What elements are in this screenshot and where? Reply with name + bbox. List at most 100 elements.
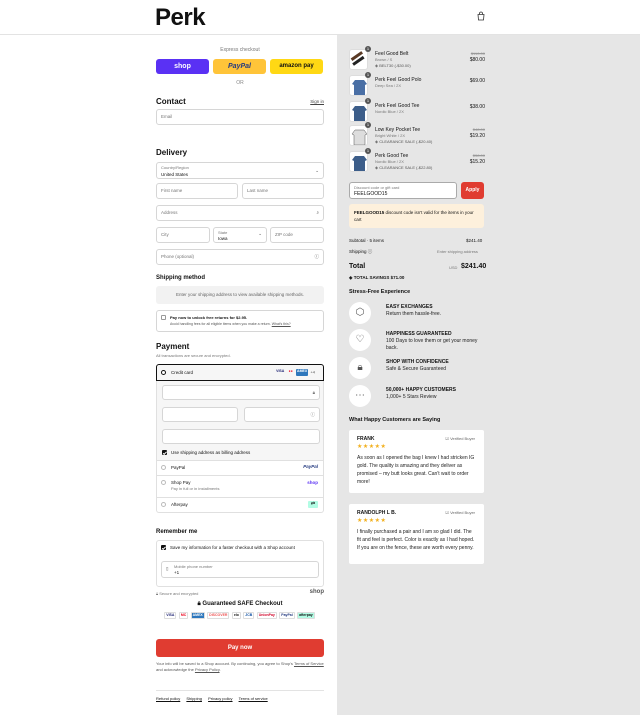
card-brands: VISA ●● AMEX +4 — [275, 369, 315, 376]
email-field[interactable]: Email — [156, 109, 324, 125]
help-icon[interactable]: ⓘ — [315, 250, 320, 264]
amex-icon: AMEX — [296, 369, 309, 376]
expiry-field[interactable] — [162, 407, 238, 422]
verified-label: Verified Buyer — [450, 436, 475, 441]
paypal-radio[interactable] — [161, 465, 166, 471]
whats-this-link[interactable]: What's this? — [272, 322, 291, 326]
terms-of-service-link[interactable]: Terms of service — [239, 696, 268, 701]
zip-field[interactable]: ZIP code — [270, 227, 324, 243]
review-stars: ★★★★★ — [357, 518, 387, 524]
mobile-phone-field[interactable]: ▯ Mobile phone number +1 — [161, 561, 319, 578]
save-info-checkbox[interactable] — [161, 545, 166, 551]
shopping-bag-icon[interactable] — [475, 11, 487, 23]
first-name-field[interactable]: First name — [156, 183, 238, 199]
product-image — [349, 151, 368, 172]
remember-me-title: Remember me — [156, 529, 198, 535]
help-icon[interactable]: ⓘ — [311, 408, 316, 422]
afterpay-option[interactable]: Afterpay ⇄ — [156, 498, 324, 513]
reviews-title: What Happy Customers are Saying — [349, 417, 441, 423]
review-text: I finally purchased a pair and I am so g… — [357, 529, 475, 551]
product-price: $19.20 — [469, 133, 485, 139]
quantity-badge: 1 — [365, 72, 371, 78]
shop-pay-label: Shop Pay — [171, 480, 191, 485]
help-icon[interactable]: ⓘ — [368, 249, 373, 254]
shipping-link[interactable]: Shipping — [186, 696, 202, 701]
review-card: RANDOLPH L B. ☑ Verified Buyer ★★★★★ I f… — [349, 504, 484, 564]
feature-title: HAPPINESS GUARANTEED — [386, 331, 452, 337]
last-name-field[interactable]: Last name — [242, 183, 324, 199]
quantity-badge: 1 — [365, 98, 371, 104]
credit-card-option[interactable]: Credit card VISA ●● AMEX +4 — [156, 364, 324, 381]
product-variant: Deep Sea / 2X — [375, 83, 402, 88]
pay-notice: Your info will be saved to a Shop accoun… — [156, 661, 324, 673]
privacy-link[interactable]: Privacy Policy — [195, 667, 220, 672]
review-text: As soon as I opened the bag I knew I had… — [357, 455, 475, 485]
apply-button[interactable]: Apply — [461, 182, 484, 199]
phone-field[interactable]: Phone (optional) ⓘ — [156, 249, 324, 265]
privacy-policy-link[interactable]: Privacy policy — [208, 696, 232, 701]
state-select[interactable]: State Iowa ⌄ — [213, 227, 267, 243]
lock-icon: 🔒︎ — [312, 390, 315, 395]
billing-checkbox[interactable] — [162, 450, 167, 456]
city-field[interactable]: City — [156, 227, 210, 243]
secure-label: Secure and encrypted — [159, 591, 199, 596]
discount-error: FEELGOOD15 discount code isn't valid for… — [349, 204, 484, 228]
product-variant: Nordic Blue / 2X — [375, 159, 404, 164]
shop-pay-option[interactable]: Shop Pay Pay in full or in installments … — [156, 476, 324, 498]
paypal-button[interactable]: PayPal — [213, 59, 266, 74]
review-stars: ★★★★★ — [357, 444, 387, 450]
tag-icon: ◈ — [375, 139, 379, 144]
discount-code-value: FEELGOOD15 — [354, 191, 388, 197]
feature-customers: ⋯ 50,000+ HAPPY CUSTOMERS 1,000+ 5 Stars… — [349, 385, 485, 407]
pay-now-button[interactable]: Pay now — [156, 639, 324, 657]
feature-confidence: 🔒︎ SHOP WITH CONFIDENCE Safe & Secure Gu… — [349, 357, 485, 379]
credit-card-radio[interactable] — [161, 370, 166, 376]
discount-label: BELT30 (-$30.00) — [379, 63, 411, 68]
brand-logo[interactable]: Perk — [155, 4, 206, 32]
security-code-field[interactable]: ⓘ — [244, 407, 320, 422]
address-field[interactable]: Address ⌕ — [156, 205, 324, 221]
billing-label: Use shipping address as billing address — [171, 450, 251, 455]
shop-pay-button[interactable]: shop — [156, 59, 209, 74]
footer-links: Refund policy Shipping Privacy policy Te… — [156, 696, 268, 701]
free-returns-box[interactable]: Pay now to unlock free returns for $2.95… — [156, 310, 324, 332]
savings-label: TOTAL SAVINGS — [353, 275, 390, 280]
search-icon: ⌕ — [316, 210, 319, 215]
feature-title: EASY EXCHANGES — [386, 304, 433, 310]
name-on-card-field[interactable] — [162, 429, 320, 444]
feature-desc: Safe & Secure Guaranteed — [386, 366, 447, 372]
country-select[interactable]: Country/Region United States ⌄ — [156, 162, 324, 179]
product-price: $80.00 — [469, 57, 485, 63]
billing-checkbox-row[interactable]: Use shipping address as billing address — [162, 450, 251, 456]
shop-logo: shop — [309, 589, 324, 595]
shipping-value: Enter shipping address — [437, 249, 478, 254]
shop-pay-radio[interactable] — [161, 480, 166, 486]
shipping-row: Shipping ⓘ — [349, 249, 372, 255]
afterpay-logo: afterpay — [297, 612, 315, 619]
quantity-badge: 1 — [365, 122, 371, 128]
mastercard-icon: ●● — [288, 369, 293, 373]
delivery-title: Delivery — [156, 148, 188, 157]
free-returns-checkbox[interactable] — [161, 315, 166, 321]
save-info-row[interactable]: Save my information for a faster checkou… — [161, 545, 295, 551]
elo-logo: elo — [231, 612, 241, 619]
amex-logo: AMEX — [190, 612, 205, 619]
sign-in-link[interactable]: Sign in — [310, 99, 324, 104]
refund-policy-link[interactable]: Refund policy — [156, 696, 180, 701]
product-discount: ◈ CLEARANCE SALE (-$20.40) — [375, 139, 432, 144]
total-value: $241.40 — [461, 263, 487, 270]
verified-badge: ☑ Verified Buyer — [445, 510, 475, 515]
discount-code-field[interactable]: Discount code or gift card FEELGOOD15 — [349, 182, 457, 199]
subtotal-label: Subtotal · 5 items — [349, 238, 385, 243]
box-icon: ⬡ — [349, 302, 371, 324]
paypal-option[interactable]: PayPal PayPal — [156, 461, 324, 476]
product-image — [349, 101, 368, 122]
afterpay-radio[interactable] — [161, 502, 166, 508]
tag-icon: ◈ — [349, 275, 353, 280]
card-number-field[interactable]: 🔒︎ — [162, 385, 320, 400]
terms-link[interactable]: Terms of Service — [294, 661, 324, 666]
product-variant: Brown / S — [375, 57, 393, 62]
chevron-down-icon: ⌄ — [258, 231, 262, 236]
jcb-logo: JCB — [243, 612, 255, 619]
amazon-pay-button[interactable]: amazon pay — [270, 59, 323, 74]
